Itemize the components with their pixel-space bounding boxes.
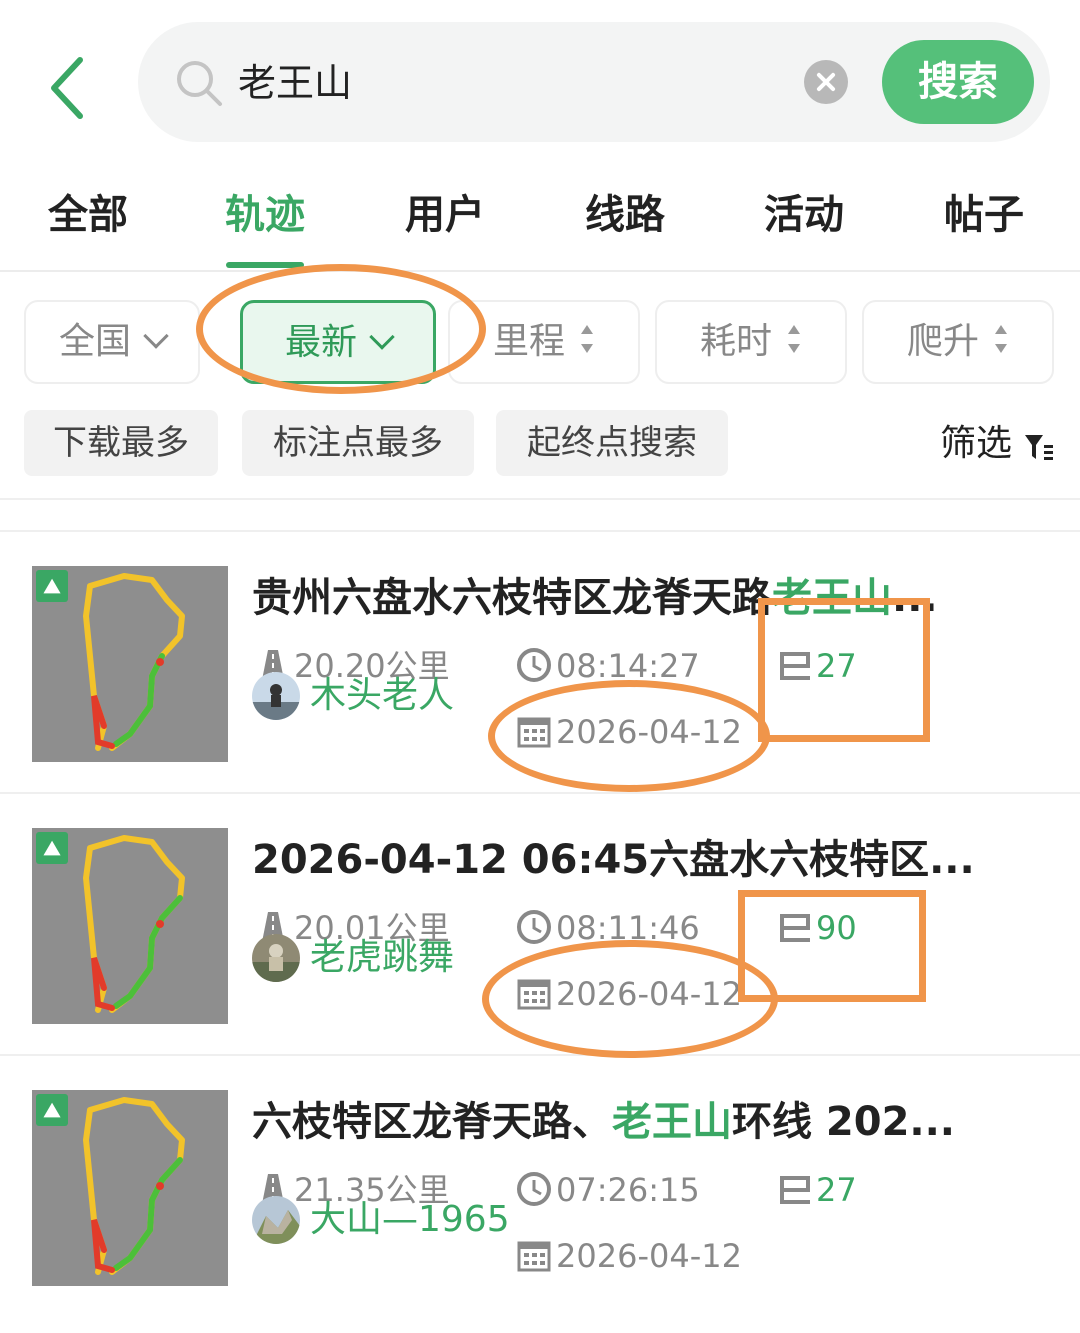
flag-icon <box>780 914 810 942</box>
sort-climb[interactable]: 爬升 <box>862 300 1054 384</box>
most-downloaded-filter[interactable]: 下载最多 <box>24 410 218 476</box>
sort-arrows-icon <box>786 324 802 354</box>
track-date: 2026-04-12 <box>516 972 742 1016</box>
hiking-icon: ⛰ <box>36 832 68 864</box>
track-waypoints: 90 <box>778 906 857 950</box>
track-title: 六枝特区龙脊天路、老王山环线 202... <box>252 1099 956 1145</box>
track-date: 2026-04-12 <box>516 710 742 754</box>
avatar <box>252 934 300 982</box>
search-header: 老王山 搜索 <box>0 0 1080 160</box>
track-card[interactable]: ⛰ 六枝特区龙脊天路、老王山环线 202... 21.35公里 07:26:15… <box>0 1054 1080 1316</box>
track-duration: 08:14:27 <box>516 644 700 688</box>
author-name[interactable]: 老虎跳舞 <box>310 934 454 982</box>
author-name[interactable]: 木头老人 <box>310 672 454 720</box>
flag-icon <box>780 1176 810 1204</box>
sort-latest-dropdown[interactable]: 最新 <box>240 300 436 384</box>
track-title: 贵州六盘水六枝特区龙脊天路老王山... <box>252 575 938 621</box>
search-icon <box>177 61 222 106</box>
flag-icon <box>780 652 810 680</box>
track-card[interactable]: ⛰ 贵州六盘水六枝特区龙脊天路老王山... 20.20公里 08:14:27 2… <box>0 530 1080 792</box>
search-box[interactable]: 老王山 搜索 <box>138 22 1050 142</box>
track-date: 2026-04-12 <box>516 1234 742 1278</box>
calendar-icon <box>517 979 551 1010</box>
tab-users[interactable]: 用户 <box>405 188 485 242</box>
hiking-icon: ⛰ <box>36 1094 68 1126</box>
clock-icon <box>517 1172 551 1206</box>
chevron-down-icon <box>143 323 169 349</box>
tab-tracks[interactable]: 轨迹 <box>225 188 305 242</box>
region-dropdown[interactable]: 全国 <box>24 300 200 384</box>
sort-distance-label: 里程 <box>492 321 565 362</box>
back-chevron-icon[interactable] <box>40 52 100 124</box>
tab-posts[interactable]: 帖子 <box>944 188 1024 242</box>
track-waypoints: 27 <box>778 644 857 688</box>
sort-duration[interactable]: 耗时 <box>655 300 847 384</box>
sort-arrows-icon <box>579 324 595 354</box>
track-map-thumbnail: ⛰ <box>32 828 228 1024</box>
divider <box>0 498 1080 500</box>
sort-climb-label: 爬升 <box>906 321 979 362</box>
sort-distance[interactable]: 里程 <box>448 300 640 384</box>
most-waypoints-filter[interactable]: 标注点最多 <box>242 410 474 476</box>
hiking-icon: ⛰ <box>36 570 68 602</box>
track-map-thumbnail: ⛰ <box>32 566 228 762</box>
tab-all[interactable]: 全部 <box>48 188 128 242</box>
search-button[interactable]: 搜索 <box>882 40 1034 124</box>
track-duration: 07:26:15 <box>516 1168 700 1212</box>
chevron-down-icon <box>369 324 395 350</box>
avatar <box>252 1196 300 1244</box>
track-title: 2026-04-12 06:45六盘水六枝特区... <box>252 837 975 883</box>
search-input[interactable]: 老王山 <box>238 58 352 108</box>
filter-button[interactable]: 筛选 <box>940 420 1012 468</box>
author-name[interactable]: 大山—1965 <box>310 1196 510 1244</box>
region-label: 全国 <box>58 321 131 362</box>
start-end-search-filter[interactable]: 起终点搜索 <box>496 410 728 476</box>
avatar <box>252 672 300 720</box>
track-waypoints: 27 <box>778 1168 857 1212</box>
sort-duration-label: 耗时 <box>699 321 772 362</box>
clock-icon <box>517 648 551 682</box>
track-map-thumbnail: ⛰ <box>32 1090 228 1286</box>
sort-arrows-icon <box>993 324 1009 354</box>
tab-routes[interactable]: 线路 <box>585 188 665 242</box>
clear-icon[interactable] <box>804 60 848 104</box>
clock-icon <box>517 910 551 944</box>
active-tab-indicator <box>226 262 304 268</box>
calendar-icon <box>517 1241 551 1272</box>
sort-latest-label: 最新 <box>284 322 357 363</box>
category-tabs: 全部 轨迹 用户 线路 活动 帖子 <box>0 170 1080 272</box>
track-card[interactable]: ⛰ 2026-04-12 06:45六盘水六枝特区... 20.01公里 08:… <box>0 792 1080 1054</box>
filter-icon[interactable] <box>1024 432 1054 462</box>
calendar-icon <box>517 717 551 748</box>
tab-activities[interactable]: 活动 <box>764 188 844 242</box>
track-duration: 08:11:46 <box>516 906 700 950</box>
